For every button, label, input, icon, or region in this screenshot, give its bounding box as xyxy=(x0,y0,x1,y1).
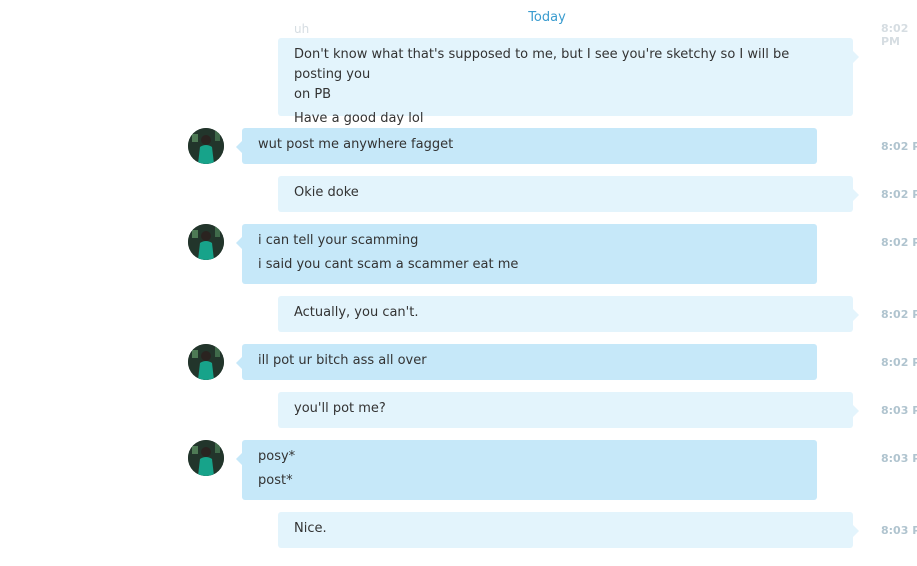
message-timestamp: 8:02 PM xyxy=(881,308,917,321)
avatar-image xyxy=(188,344,224,380)
message-line: Don't know what that's supposed to me, b… xyxy=(294,47,790,82)
avatar-image xyxy=(188,440,224,476)
contact-avatar[interactable] xyxy=(188,224,224,260)
contact-avatar[interactable] xyxy=(188,344,224,380)
message-timestamp: 8:03 PM xyxy=(881,524,917,537)
message-bubble-incoming[interactable]: posy* post* xyxy=(236,440,817,500)
message-line: Have a good day lol xyxy=(294,111,424,126)
faded-prior-timestamp: 8:02 PM xyxy=(881,22,909,48)
message-timestamp: 8:02 PM xyxy=(881,188,917,201)
message-bubble-incoming[interactable]: i can tell your scamming i said you cant… xyxy=(236,224,817,284)
message-bubble-incoming[interactable]: ill pot ur bitch ass all over xyxy=(236,344,817,380)
message-line: posy* xyxy=(258,449,296,464)
message-line: Nice. xyxy=(294,521,327,536)
message-timestamp: 8:03 PM xyxy=(881,452,917,465)
message-line: Okie doke xyxy=(294,185,359,200)
message-line: Actually, you can't. xyxy=(294,305,419,320)
message-bubble-outgoing[interactable]: Okie doke xyxy=(278,176,859,212)
message-bubble-outgoing[interactable]: Don't know what that's supposed to me, b… xyxy=(278,38,859,126)
message-timestamp: 8:02 PM xyxy=(881,140,917,153)
contact-avatar[interactable] xyxy=(188,440,224,476)
message-bubble-outgoing[interactable]: Actually, you can't. xyxy=(278,296,859,332)
message-bubble-outgoing[interactable]: Nice. xyxy=(278,512,859,548)
message-line: you'll pot me? xyxy=(294,401,386,416)
date-separator: Today xyxy=(528,10,566,25)
message-timestamp: 8:02 PM xyxy=(881,356,917,369)
message-bubble-outgoing[interactable]: you'll pot me? xyxy=(278,392,859,428)
message-bubble-incoming[interactable]: wut post me anywhere fagget xyxy=(236,128,817,164)
avatar-image xyxy=(188,224,224,260)
message-line: post* xyxy=(258,473,293,488)
message-line: i said you cant scam a scammer eat me xyxy=(258,257,519,272)
message-line: ill pot ur bitch ass all over xyxy=(258,353,427,368)
avatar-image xyxy=(188,128,224,164)
message-line: i can tell your scamming xyxy=(258,233,419,248)
message-timestamp: 8:03 PM xyxy=(881,404,917,417)
contact-avatar[interactable] xyxy=(188,128,224,164)
message-line: wut post me anywhere fagget xyxy=(258,137,454,152)
message-line: on PB xyxy=(294,87,332,102)
message-timestamp: 8:02 PM xyxy=(881,236,917,249)
